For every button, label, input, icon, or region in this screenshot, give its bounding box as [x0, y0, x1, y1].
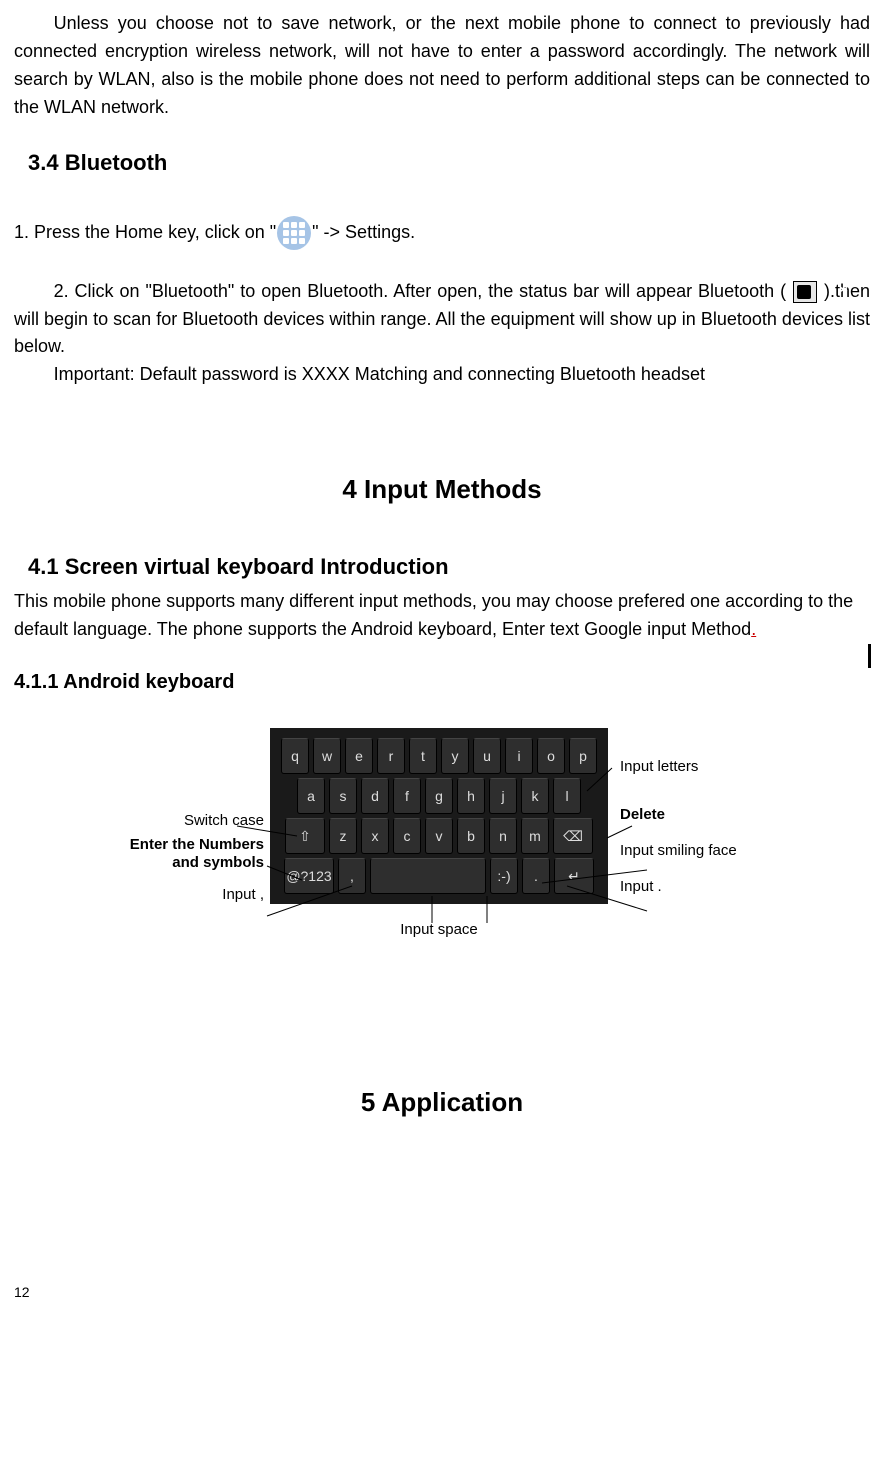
- revision-mark-icon: [868, 644, 871, 668]
- keyboard-key: a: [297, 778, 325, 814]
- page-number: 12: [14, 1282, 870, 1304]
- keyboard-key: ⇧: [285, 818, 325, 854]
- heading-3-4-bluetooth: 3.4 Bluetooth: [28, 146, 870, 180]
- keyboard-key: ↵: [554, 858, 594, 894]
- keyboard-key: q: [281, 738, 309, 774]
- label-input-smiling-face: Input smiling face: [620, 842, 767, 860]
- heading-4-1-1-android-keyboard: 4.1.1 Android keyboard: [14, 667, 870, 698]
- heading-5-application: 5 Application: [14, 1082, 870, 1122]
- label-input-space: Input space: [264, 918, 614, 941]
- keyboard-key: u: [473, 738, 501, 774]
- keyboard-key: .: [522, 858, 550, 894]
- keyboard-key: y: [441, 738, 469, 774]
- keyboard-key: b: [457, 818, 485, 854]
- label-input-dot: Input .: [620, 878, 767, 896]
- keyboard-key: ⌫: [553, 818, 593, 854]
- label-input-comma: Input ,: [117, 886, 264, 904]
- keyboard-key: t: [409, 738, 437, 774]
- keyboard-key: g: [425, 778, 453, 814]
- apps-grid-icon: [277, 216, 311, 250]
- heading-4-1-virtual-keyboard: 4.1 Screen virtual keyboard Introduction: [28, 550, 870, 584]
- paragraph-wlan-note: Unless you choose not to save network, o…: [14, 10, 870, 122]
- paragraph-4-1-body: This mobile phone supports many differen…: [14, 588, 870, 644]
- bluetooth-important-note: Important: Default password is XXXX Matc…: [14, 361, 870, 389]
- keyboard-key: j: [489, 778, 517, 814]
- keyboard-key: ,: [338, 858, 366, 894]
- bluetooth-status-icon: [793, 281, 817, 303]
- keyboard-key: k: [521, 778, 549, 814]
- keyboard-key: r: [377, 738, 405, 774]
- bluetooth-step-1: 1. Press the Home key, click on " " -> Se…: [14, 216, 870, 250]
- text-fragment: 1. Press the Home key, click on ": [14, 221, 276, 241]
- keyboard-key: m: [521, 818, 549, 854]
- keyboard-key: [370, 858, 486, 894]
- keyboard-key: c: [393, 818, 421, 854]
- keyboard-key: :-): [490, 858, 518, 894]
- keyboard-key: n: [489, 818, 517, 854]
- label-input-letters: Input letters: [620, 758, 767, 776]
- heading-4-input-methods: 4 Input Methods: [14, 469, 870, 509]
- keyboard-key: h: [457, 778, 485, 814]
- android-keyboard: qwertyuiop asdfghjkl ⇧zxcvbnm⌫ @?123, :-)…: [270, 728, 608, 904]
- text-fragment: 2. Click on "Bluetooth" to open Bluetoot…: [54, 281, 792, 301]
- keyboard-key: i: [505, 738, 533, 774]
- keyboard-key: s: [329, 778, 357, 814]
- keyboard-key: @?123: [284, 858, 334, 894]
- bluetooth-step-2: 2. Click on "Bluetooth" to open Bluetoot…: [14, 278, 870, 362]
- keyboard-key: z: [329, 818, 357, 854]
- keyboard-key: w: [313, 738, 341, 774]
- label-switch-case: Switch case: [117, 812, 264, 830]
- text-fragment: " -> Settings.: [312, 221, 415, 241]
- keyboard-figure: Switch case Enter the Numbers and symbol…: [117, 728, 767, 941]
- keyboard-key: p: [569, 738, 597, 774]
- keyboard-key: e: [345, 738, 373, 774]
- keyboard-key: o: [537, 738, 565, 774]
- keyboard-key: l: [553, 778, 581, 814]
- keyboard-key: f: [393, 778, 421, 814]
- keyboard-key: v: [425, 818, 453, 854]
- text-fragment: This mobile phone supports many differen…: [14, 591, 853, 639]
- label-enter-numbers-symbols: Enter the Numbers and symbols: [117, 836, 264, 872]
- keyboard-key: d: [361, 778, 389, 814]
- keyboard-key: x: [361, 818, 389, 854]
- label-delete: Delete: [620, 806, 767, 824]
- text-period-red: .: [751, 619, 756, 639]
